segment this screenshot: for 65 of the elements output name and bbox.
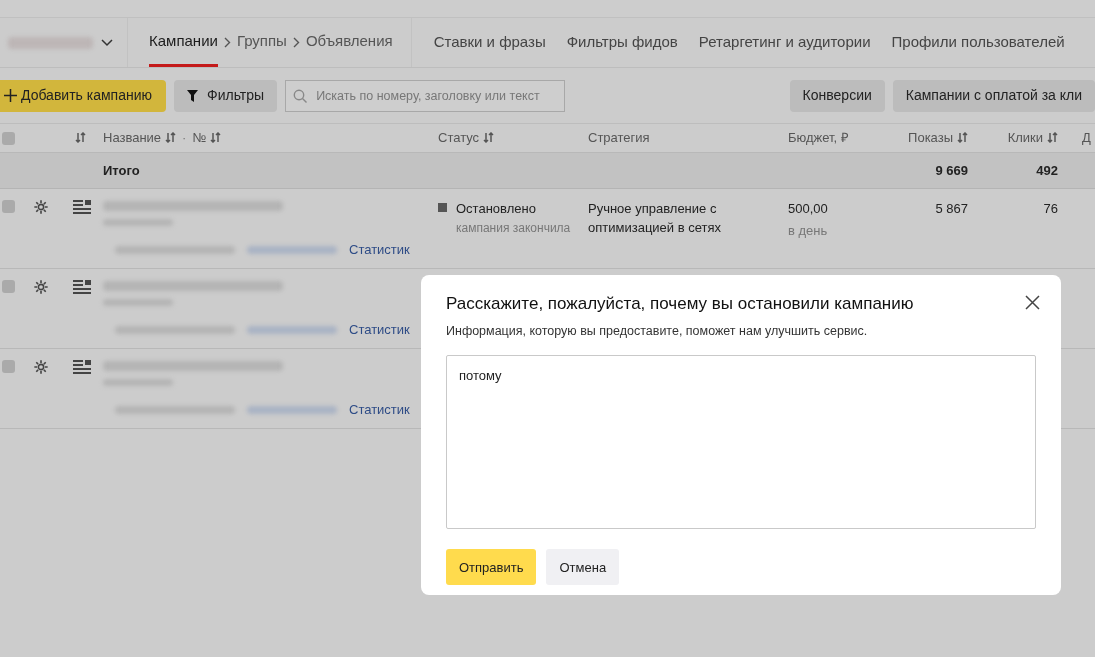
submit-button[interactable]: Отправить	[446, 549, 537, 586]
budget-text: 500,00	[788, 200, 829, 218]
gear-icon[interactable]	[33, 279, 49, 295]
close-icon	[1025, 295, 1040, 310]
list-icon[interactable]	[73, 360, 91, 374]
total-impressions: 9 669	[934, 161, 968, 180]
sort-icon[interactable]	[483, 132, 495, 144]
toolbar-button[interactable]: Кампании с оплатой за кли	[892, 79, 1095, 112]
checkbox[interactable]	[2, 131, 15, 145]
column-header[interactable]: Показы	[908, 130, 968, 146]
chevron-right-icon	[292, 37, 300, 48]
search-icon	[293, 88, 308, 103]
column-header[interactable]: Д	[1082, 130, 1091, 146]
answer-text: потому	[459, 368, 502, 384]
nav-link[interactable]: Ставки и фразы	[433, 31, 546, 54]
total-label: Итого	[103, 161, 141, 180]
separator-dot: ·	[182, 129, 187, 148]
column-header[interactable]: №	[192, 128, 222, 148]
status-note: кампания закончила	[456, 219, 571, 237]
statistics-link[interactable]: Статистик	[349, 320, 410, 340]
nav-link[interactable]: Фильтры фидов	[566, 31, 678, 54]
statistics-link[interactable]: Статистик	[349, 240, 410, 260]
filter-icon	[187, 89, 199, 102]
list-icon[interactable]	[73, 280, 91, 294]
add-campaign-button[interactable]: Добавить кампанию	[0, 79, 167, 112]
sort-icon[interactable]	[75, 132, 86, 144]
dialog-subtitle: Информация, которую вы предоставите, поможет нам улучшить сервис.	[446, 322, 869, 340]
list-icon[interactable]	[73, 200, 91, 214]
breadcrumb-tab[interactable]: Группы	[236, 18, 287, 67]
budget-period: в день	[788, 221, 829, 240]
sort-icon[interactable]	[210, 132, 222, 144]
total-clicks: 492	[1035, 161, 1058, 180]
status-text: Остановлено	[456, 200, 537, 218]
checkbox[interactable]	[2, 280, 15, 293]
gear-icon[interactable]	[33, 359, 49, 375]
cancel-button[interactable]: Отмена	[546, 549, 620, 586]
sort-icon[interactable]	[957, 132, 968, 144]
strategy-text: Ручное управление с оптимизацией в сетях	[588, 200, 722, 237]
impressions-cell-text: 5 867	[934, 200, 968, 218]
column-header[interactable]: Статус	[438, 130, 495, 146]
breadcrumb-tab[interactable]: Кампании	[149, 18, 218, 67]
gear-icon[interactable]	[33, 199, 49, 215]
breadcrumb-tab[interactable]: Объявления	[305, 18, 393, 67]
status-square-icon	[438, 203, 447, 212]
checkbox[interactable]	[2, 200, 15, 213]
nav-link[interactable]: Профили пользователей	[891, 31, 1065, 54]
checkbox[interactable]	[2, 360, 15, 373]
dialog-title: Расскажите, пожалуйста, почему вы остановили кампанию	[446, 293, 914, 315]
statistics-link[interactable]: Статистик	[349, 400, 410, 420]
chevron-down-icon[interactable]	[101, 38, 113, 47]
column-header[interactable]: Название	[103, 128, 177, 148]
sort-icon[interactable]	[165, 132, 177, 144]
search-field[interactable]: Искать по номеру, заголовку или текст	[285, 79, 566, 112]
toolbar-button[interactable]: Конверсии	[789, 79, 885, 112]
column-header[interactable]: Клики	[1007, 130, 1058, 146]
clicks-cell-text: 76	[1042, 200, 1058, 218]
close-button[interactable]	[1025, 295, 1040, 310]
chevron-right-icon	[223, 37, 231, 48]
column-header[interactable]: Стратегия	[588, 130, 650, 146]
nav-link[interactable]: Ретаргетинг и аудитории	[698, 31, 871, 54]
column-header[interactable]: Бюджет, ₽	[788, 130, 849, 146]
answer-box[interactable]: потому	[446, 355, 1036, 530]
filters-button[interactable]: Фильтры	[174, 79, 278, 112]
sort-icon[interactable]	[1047, 132, 1058, 144]
plus-icon	[4, 89, 17, 102]
